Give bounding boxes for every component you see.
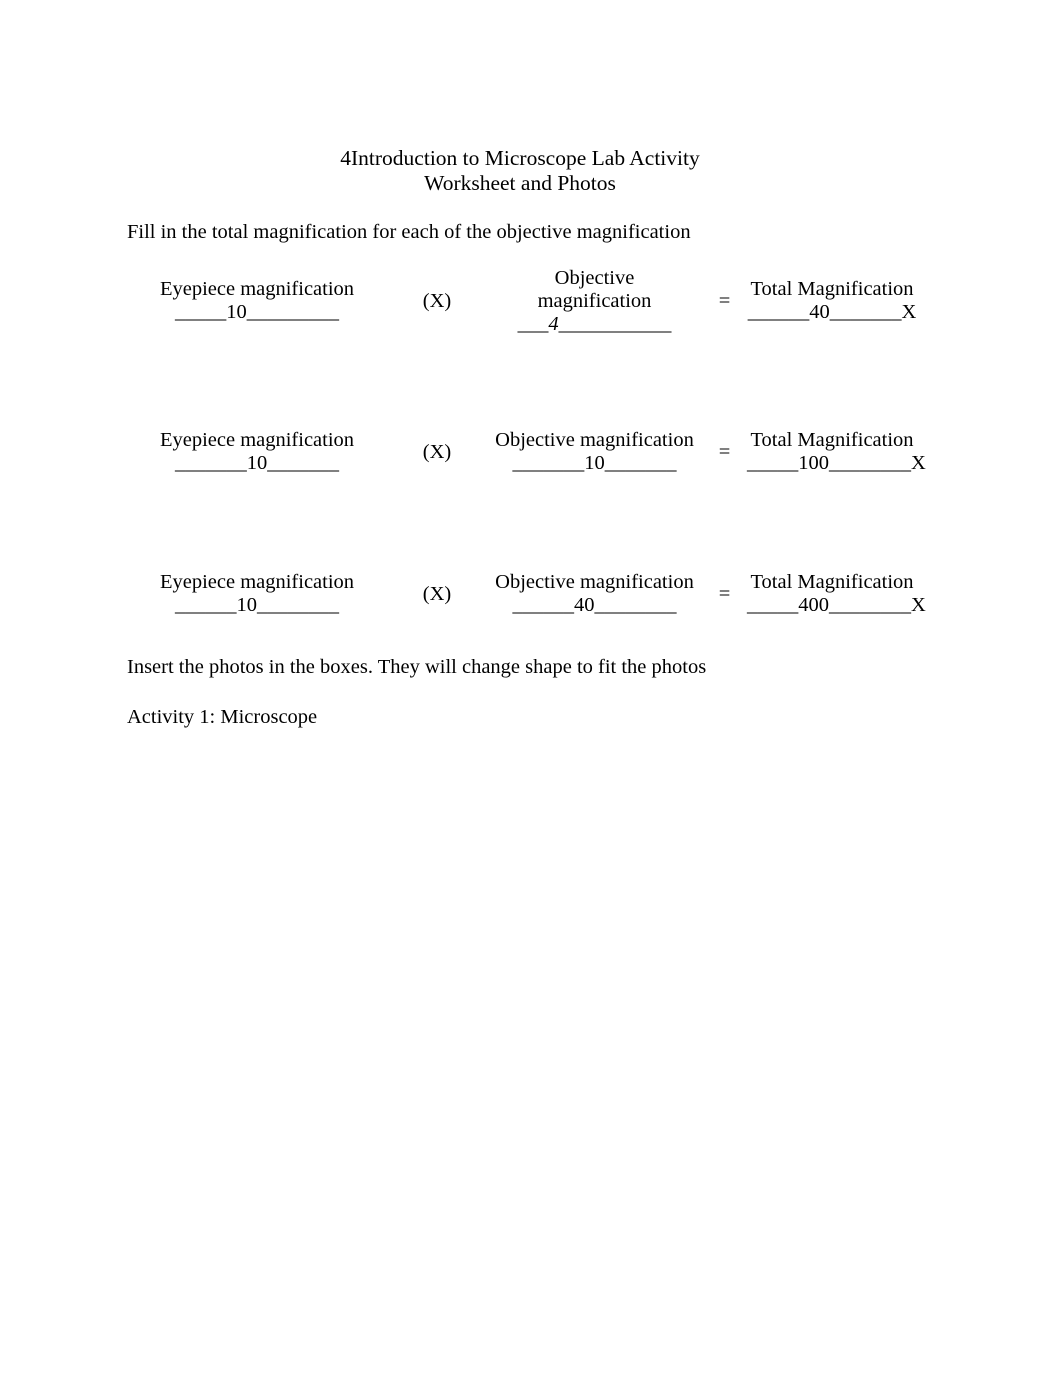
objective-blank-row3[interactable]: ______40________	[487, 594, 702, 617]
eyepiece-blank-row3[interactable]: ______10________	[127, 594, 387, 617]
total-cell-row2: Total Magnification _____100________X	[747, 422, 926, 482]
eyepiece-cell-row2: Eyepiece magnification _______10_______	[127, 422, 387, 482]
total-blank-row1[interactable]: ______40_______X	[747, 301, 917, 324]
objective-cell-row1: Objective magnification ___4___________	[487, 262, 702, 340]
eyepiece-label-row1: Eyepiece magnification	[159, 278, 355, 300]
title-line-1: 4Introduction to Microscope Lab Activity	[340, 146, 700, 170]
multiply-operator-row2: (X)	[422, 440, 452, 463]
document-page: 4Introduction to Microscope Lab Activity…	[0, 0, 1062, 1377]
total-blank-row3[interactable]: _____400________X	[747, 594, 926, 617]
total-blank-row2[interactable]: _____100________X	[747, 452, 926, 475]
equals-operator-row2: =	[718, 440, 731, 463]
eyepiece-blank-row2[interactable]: _______10_______	[127, 452, 387, 475]
objective-blank-row2[interactable]: _______10_______	[487, 452, 702, 475]
eyepiece-blank-row1[interactable]: _____10_________	[127, 301, 387, 324]
objective-label-row1-line2: magnification	[537, 289, 652, 312]
total-label-row2: Total Magnification	[750, 429, 914, 451]
objective-blank-pre-row1: ___	[517, 312, 549, 335]
title-line-2: Worksheet and Photos	[424, 171, 616, 195]
magnification-table: Eyepiece magnification _____10_________ …	[127, 262, 926, 624]
objective-label-row2: Objective magnification	[495, 429, 694, 451]
equals-operator-row3: =	[718, 582, 731, 605]
eyepiece-label-row2: Eyepiece magnification	[159, 429, 355, 451]
table-row: Eyepiece magnification _____10_________ …	[127, 262, 917, 340]
multiply-operator-row3: (X)	[422, 582, 452, 605]
table-row: Eyepiece magnification _______10_______ …	[127, 422, 926, 482]
insert-photos-instruction: Insert the photos in the boxes. They wil…	[127, 656, 707, 678]
activity-heading: Activity 1: Microscope	[127, 706, 318, 728]
spacer-cell	[127, 340, 917, 422]
total-label-row1: Total Magnification	[750, 278, 914, 300]
objective-value-row1: 4	[548, 312, 559, 335]
table-row-spacer	[127, 482, 917, 564]
document-title: 4Introduction to Microscope Lab Activity…	[127, 146, 913, 196]
eyepiece-cell-row1: Eyepiece magnification _____10_________	[127, 262, 387, 340]
total-cell-row1: Total Magnification ______40_______X	[747, 262, 917, 340]
objective-cell-row3: Objective magnification ______40________	[487, 564, 702, 624]
objective-label-row3: Objective magnification	[495, 571, 694, 593]
intro-instruction: Fill in the total magnification for each…	[127, 221, 691, 243]
eyepiece-label-row3: Eyepiece magnification	[159, 571, 355, 593]
table-row: Eyepiece magnification ______10________ …	[127, 564, 926, 624]
objective-cell-row2: Objective magnification _______10_______	[487, 422, 702, 482]
objective-blank-post-row1: ___________	[558, 312, 672, 335]
objective-label-row1-line1: Objective	[554, 266, 635, 289]
equals-operator-row1: =	[718, 289, 731, 312]
total-cell-row3: Total Magnification _____400________X	[747, 564, 926, 624]
spacer-cell	[127, 482, 917, 564]
eyepiece-cell-row3: Eyepiece magnification ______10________	[127, 564, 387, 624]
table-row-spacer	[127, 340, 917, 422]
total-label-row3: Total Magnification	[750, 571, 914, 593]
multiply-operator-row1: (X)	[422, 289, 452, 312]
objective-blank-row1[interactable]: ___4___________	[487, 313, 702, 336]
